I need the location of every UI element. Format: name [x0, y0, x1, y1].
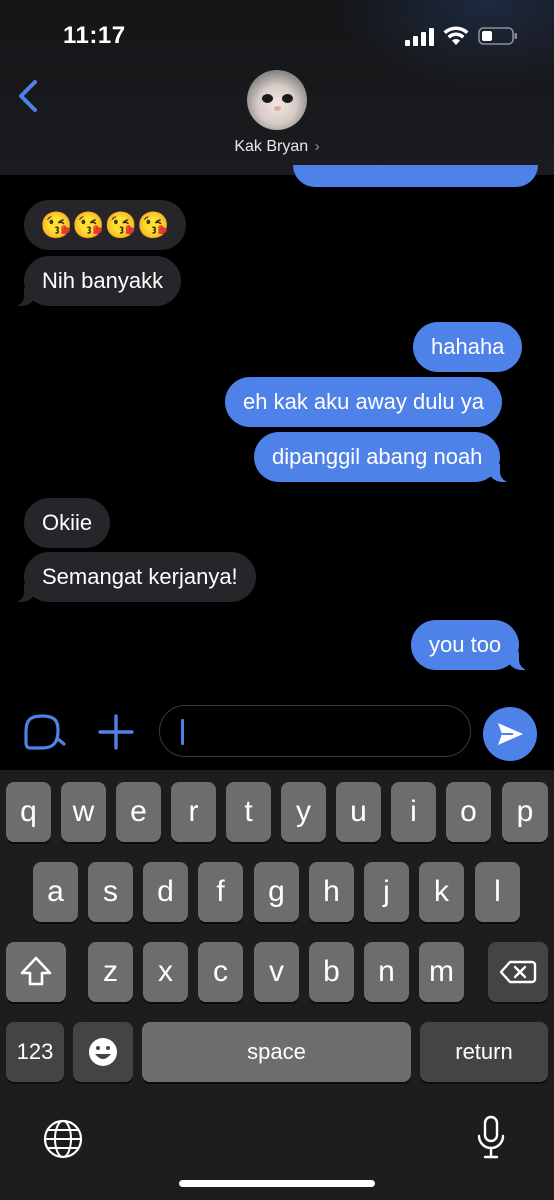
wifi-icon: [443, 26, 469, 45]
message-text: hahaha: [431, 334, 505, 359]
key-f[interactable]: f: [198, 862, 243, 922]
message-bubble-incoming[interactable]: Okiie: [24, 498, 111, 548]
globe-icon[interactable]: [42, 1118, 84, 1160]
status-time: 11:17: [63, 22, 126, 49]
key-g[interactable]: g: [254, 862, 299, 922]
avatar-nose: [274, 106, 281, 111]
microphone-icon[interactable]: [476, 1114, 506, 1162]
camera-icon[interactable]: [22, 712, 66, 752]
plus-icon[interactable]: [96, 712, 136, 752]
message-bubble-outgoing[interactable]: hahaha: [413, 322, 523, 372]
key-q[interactable]: q: [6, 782, 51, 842]
key-h[interactable]: h: [309, 862, 354, 922]
shift-icon: [20, 956, 52, 986]
message-bubble-outgoing[interactable]: dipanggil abang noah: [254, 432, 515, 482]
contact-name-button[interactable]: Kak Bryan ›: [0, 138, 554, 156]
home-indicator[interactable]: [179, 1180, 375, 1187]
contact-chevron: ›: [314, 138, 320, 155]
message-text: dipanggil abang noah: [272, 444, 483, 469]
message-text: Nih banyakk: [42, 268, 164, 293]
key-v[interactable]: v: [254, 942, 299, 1002]
key-z[interactable]: z: [88, 942, 133, 1002]
key-c[interactable]: c: [198, 942, 243, 1002]
key-e[interactable]: e: [116, 782, 161, 842]
message-bubble-incoming[interactable]: 😘😘😘😘: [24, 200, 186, 250]
key-x[interactable]: x: [143, 942, 188, 1002]
message-bubble-incoming[interactable]: Semangat kerjanya!: [10, 552, 256, 602]
emoji-key[interactable]: [73, 1022, 133, 1082]
signal-icon: [405, 28, 434, 46]
message-text: eh kak aku away dulu ya: [243, 389, 484, 414]
delete-key[interactable]: [488, 942, 548, 1002]
key-i[interactable]: i: [391, 782, 436, 842]
avatar-eye: [262, 94, 273, 103]
key-n[interactable]: n: [364, 942, 409, 1002]
key-w[interactable]: w: [61, 782, 106, 842]
key-s[interactable]: s: [88, 862, 133, 922]
key-j[interactable]: j: [364, 862, 409, 922]
message-text: 😘😘😘😘: [40, 210, 170, 240]
key-b[interactable]: b: [309, 942, 354, 1002]
contact-avatar[interactable]: [247, 70, 307, 130]
key-o[interactable]: o: [446, 782, 491, 842]
key-d[interactable]: d: [143, 862, 188, 922]
emoji-icon: [89, 1038, 117, 1066]
send-button[interactable]: [483, 707, 537, 761]
key-r[interactable]: r: [171, 782, 216, 842]
status-bar: 11:17: [0, 0, 554, 60]
space-key[interactable]: space: [142, 1022, 411, 1082]
back-chevron-icon[interactable]: [14, 78, 44, 114]
key-y[interactable]: y: [281, 782, 326, 842]
message-text: Okiie: [42, 510, 93, 535]
key-u[interactable]: u: [336, 782, 381, 842]
message-bubble-incoming[interactable]: Nih banyakk: [9, 256, 182, 306]
avatar-eye: [282, 94, 293, 103]
message-input[interactable]: [159, 705, 471, 757]
key-a[interactable]: a: [33, 862, 78, 922]
message-text: you too: [429, 632, 502, 657]
return-key[interactable]: return: [420, 1022, 548, 1082]
key-p[interactable]: p: [502, 782, 548, 842]
contact-name: Kak Bryan: [234, 138, 309, 155]
key-m[interactable]: m: [419, 942, 464, 1002]
message-bubble-outgoing[interactable]: eh kak aku away dulu ya: [225, 377, 502, 427]
key-k[interactable]: k: [419, 862, 464, 922]
key-l[interactable]: l: [475, 862, 520, 922]
text-caret: [181, 719, 184, 745]
key-t[interactable]: t: [226, 782, 271, 842]
message-text: Semangat kerjanya!: [42, 564, 238, 589]
previous-outgoing-bubble: [293, 165, 538, 187]
message-bubble-outgoing[interactable]: you too: [411, 620, 534, 670]
send-arrow-icon: [498, 723, 523, 745]
battery-icon: [478, 27, 517, 45]
delete-icon: [499, 960, 537, 984]
shift-key[interactable]: [6, 942, 66, 1002]
numbers-key[interactable]: 123: [6, 1022, 64, 1082]
